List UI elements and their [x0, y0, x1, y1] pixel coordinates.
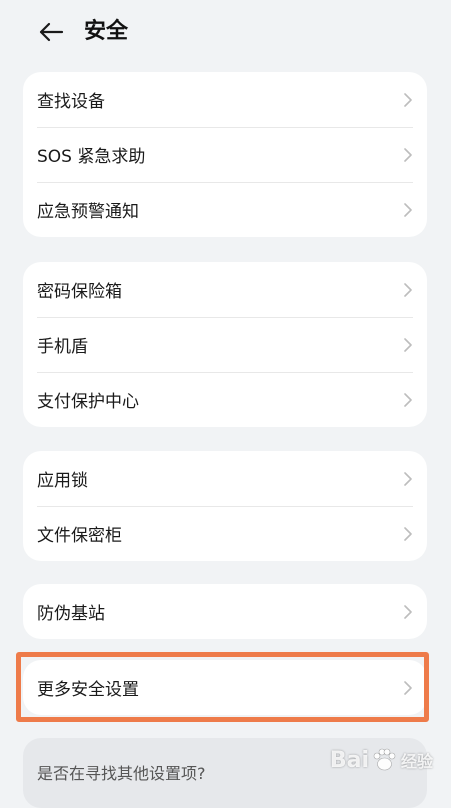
back-button[interactable] — [36, 18, 66, 46]
settings-group-3: 应用锁 文件保密柜 — [23, 451, 427, 561]
row-label: 应用锁 — [37, 471, 88, 491]
chevron-right-icon — [401, 202, 415, 217]
settings-group-2: 密码保险箱 手机盾 支付保护中心 — [23, 262, 427, 427]
row-label: 应急预警通知 — [37, 202, 139, 222]
row-label: 手机盾 — [37, 337, 88, 357]
row-label: SOS 紧急求助 — [37, 147, 146, 167]
find-device-item[interactable]: 查找设备 — [23, 72, 427, 127]
baidu-watermark: Bai 经验 — [330, 747, 433, 773]
chevron-right-icon — [401, 337, 415, 352]
settings-group-5: 更多安全设置 — [23, 660, 427, 715]
file-safe-item[interactable]: 文件保密柜 — [23, 506, 427, 561]
chevron-right-icon — [401, 147, 415, 162]
row-label: 查找设备 — [37, 92, 105, 112]
password-vault-item[interactable]: 密码保险箱 — [23, 262, 427, 317]
suggestion-text: 是否在寻找其他设置项? — [37, 764, 206, 783]
chevron-right-icon — [401, 471, 415, 486]
row-label: 支付保护中心 — [37, 392, 139, 412]
row-label: 防伪基站 — [37, 604, 105, 624]
app-lock-item[interactable]: 应用锁 — [23, 451, 427, 506]
watermark-brand-left: Bai — [329, 747, 369, 773]
watermark-brand-right: 经验 — [400, 752, 433, 771]
chevron-right-icon — [401, 392, 415, 407]
back-arrow-icon — [39, 22, 64, 42]
settings-group-1: 查找设备 SOS 紧急求助 应急预警通知 — [23, 72, 427, 237]
chevron-right-icon — [401, 526, 415, 541]
chevron-right-icon — [401, 604, 415, 619]
chevron-right-icon — [401, 680, 415, 695]
sos-emergency-item[interactable]: SOS 紧急求助 — [23, 127, 427, 182]
header: 安全 — [0, 0, 451, 64]
chevron-right-icon — [401, 282, 415, 297]
fake-base-station-item[interactable]: 防伪基站 — [23, 584, 427, 639]
chevron-right-icon — [401, 92, 415, 107]
emergency-alerts-item[interactable]: 应急预警通知 — [23, 182, 427, 237]
phone-shield-item[interactable]: 手机盾 — [23, 317, 427, 372]
settings-group-4: 防伪基站 — [23, 584, 427, 639]
payment-protection-item[interactable]: 支付保护中心 — [23, 372, 427, 427]
row-label: 文件保密柜 — [37, 526, 122, 546]
page-title: 安全 — [84, 19, 129, 44]
more-security-settings-item[interactable]: 更多安全设置 — [23, 660, 427, 715]
row-label: 密码保险箱 — [37, 282, 122, 302]
paw-logo-icon — [373, 748, 396, 771]
row-label: 更多安全设置 — [37, 680, 139, 700]
